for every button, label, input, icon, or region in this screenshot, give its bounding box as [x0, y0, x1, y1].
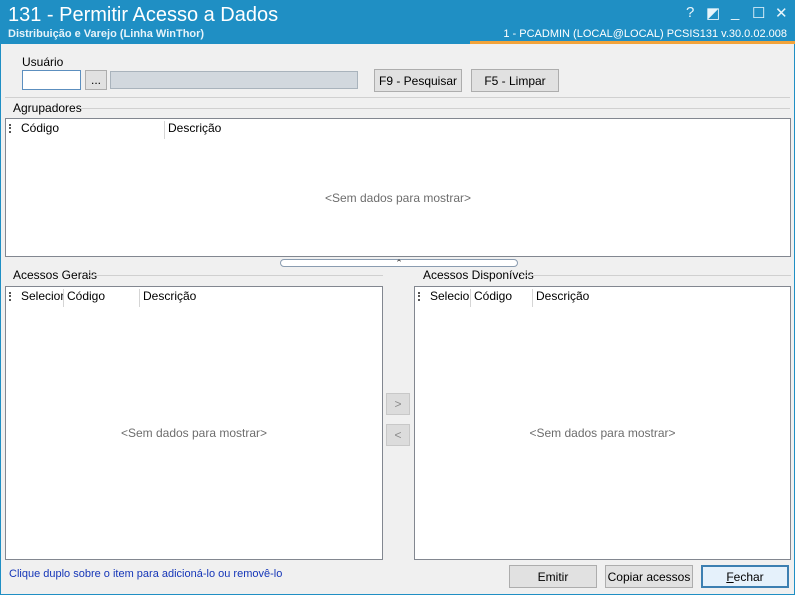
usuario-label: Usuário: [22, 55, 64, 69]
search-button[interactable]: F9 - Pesquisar: [374, 69, 462, 92]
remove-access-button[interactable]: <: [386, 424, 410, 446]
column-chooser-icon[interactable]: [418, 292, 425, 301]
add-access-button[interactable]: >: [386, 393, 410, 415]
window-subtitle: Distribuição e Varejo (Linha WinThor): [8, 28, 205, 40]
column-header[interactable]: Selecionar: [427, 289, 471, 307]
copy-access-button[interactable]: Copiar acessos: [605, 565, 693, 588]
empty-message: <Sem dados para mostrar>: [529, 426, 676, 440]
acessos-disponiveis-grid[interactable]: Selecionar Código Descrição <Sem dados p…: [414, 286, 791, 560]
browse-button[interactable]: ...: [85, 70, 107, 90]
acessos-gerais-grid[interactable]: Selecionar Código Descrição <Sem dados p…: [5, 286, 383, 560]
agrupadores-title: Agrupadores: [13, 101, 82, 115]
empty-message: <Sem dados para mostrar>: [324, 191, 472, 205]
column-chooser-icon[interactable]: [9, 124, 16, 133]
column-header[interactable]: Descrição: [532, 289, 682, 307]
help-icon[interactable]: ?: [686, 4, 694, 21]
acessos-disponiveis-title: Acessos Disponíveis: [423, 268, 534, 282]
title-bar: 131 - Permitir Acesso a Dados Distribuiç…: [0, 0, 795, 44]
divider: [80, 108, 790, 109]
acessos-gerais-title: Acessos Gerais: [13, 268, 98, 282]
column-header[interactable]: Descrição: [164, 121, 364, 139]
close-button-label: echar: [733, 569, 764, 584]
close-button-mnemonic: F: [726, 569, 734, 584]
close-button[interactable]: Fechar: [701, 565, 789, 588]
status-text: 1 - PCADMIN (LOCAL@LOCAL) PCSIS131 v.30.…: [503, 28, 787, 40]
column-header[interactable]: Selecionar: [18, 289, 64, 307]
usuario-name-field: [110, 71, 358, 89]
column-header[interactable]: Código: [63, 289, 139, 307]
hint-text: Clique duplo sobre o item para adicioná-…: [9, 568, 283, 580]
window-title: 131 - Permitir Acesso a Dados: [8, 4, 279, 26]
splitter-handle[interactable]: ⌃: [280, 259, 518, 268]
column-header[interactable]: Código: [18, 121, 166, 139]
minimize-icon[interactable]: _: [731, 4, 739, 21]
column-header[interactable]: Código: [470, 289, 532, 307]
close-icon[interactable]: ✕: [775, 4, 788, 22]
divider: [521, 275, 791, 276]
usuario-code-input[interactable]: [22, 70, 81, 90]
maximize-icon[interactable]: ☐: [752, 4, 765, 22]
divider: [88, 275, 383, 276]
emit-button[interactable]: Emitir: [509, 565, 597, 588]
restore-icon[interactable]: ◩: [706, 4, 720, 22]
agrupadores-grid[interactable]: Código Descrição <Sem dados para mostrar…: [5, 118, 791, 257]
divider: [5, 97, 790, 98]
column-chooser-icon[interactable]: [9, 292, 16, 301]
clear-button[interactable]: F5 - Limpar: [471, 69, 559, 92]
empty-message: <Sem dados para mostrar>: [120, 426, 268, 440]
column-header[interactable]: Descrição: [139, 289, 289, 307]
